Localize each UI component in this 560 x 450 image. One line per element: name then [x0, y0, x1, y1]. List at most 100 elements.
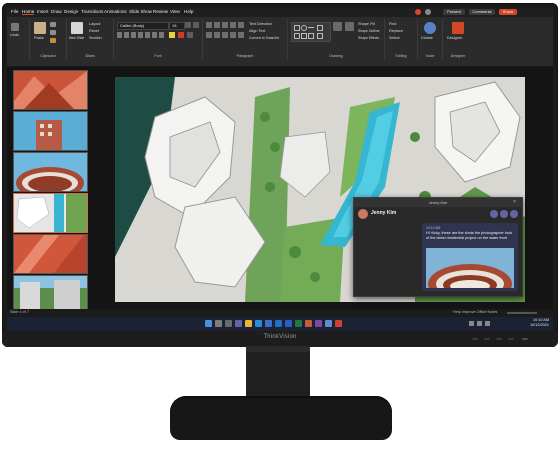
- battery-icon[interactable]: [485, 321, 490, 326]
- message-attachment-image[interactable]: [426, 248, 514, 288]
- app-icon[interactable]: [335, 320, 342, 327]
- zoom-slider[interactable]: [507, 312, 537, 314]
- screen-share-icon[interactable]: [510, 210, 518, 218]
- arrow-shape-icon[interactable]: [308, 33, 314, 39]
- convert-smartart-button[interactable]: Convert to SmartArt: [249, 36, 279, 40]
- slide-thumbnail-3[interactable]: [13, 152, 88, 192]
- monitor-control-button[interactable]: [472, 338, 478, 340]
- menu-animations[interactable]: Animations: [104, 9, 127, 14]
- comments-button[interactable]: Comments: [469, 9, 495, 15]
- font-size-select[interactable]: 18: [169, 22, 185, 30]
- shadow-icon[interactable]: [145, 32, 150, 38]
- photos-icon[interactable]: [325, 320, 332, 327]
- clear-format-icon[interactable]: [187, 32, 193, 38]
- textbox-shape-icon[interactable]: [317, 25, 323, 31]
- shape-fill-button[interactable]: Shape Fill: [358, 22, 375, 26]
- justify-icon[interactable]: [230, 32, 236, 38]
- user-avatar[interactable]: [425, 9, 431, 15]
- star-shape-icon[interactable]: [317, 33, 323, 39]
- align-left-icon[interactable]: [206, 32, 212, 38]
- strikethrough-icon[interactable]: [138, 32, 143, 38]
- slide-thumbnail-2[interactable]: [13, 111, 88, 151]
- clock[interactable]: 10:10 AM 10/12/2021: [505, 318, 549, 328]
- menu-help[interactable]: Help: [184, 9, 193, 14]
- font-name-select[interactable]: Calibri (Body): [117, 22, 169, 30]
- align-center-icon[interactable]: [214, 32, 220, 38]
- wifi-icon[interactable]: [469, 321, 474, 326]
- power-button[interactable]: [522, 338, 528, 340]
- store-icon[interactable]: [265, 320, 272, 327]
- menu-file[interactable]: File: [11, 9, 18, 14]
- char-spacing-icon[interactable]: [152, 32, 157, 38]
- system-tray[interactable]: [469, 321, 495, 327]
- line-shape-icon[interactable]: [308, 27, 314, 28]
- word-icon[interactable]: [285, 320, 292, 327]
- section-button[interactable]: Section: [89, 36, 102, 40]
- share-button[interactable]: Share: [499, 9, 517, 15]
- layout-button[interactable]: Layout: [89, 22, 100, 26]
- present-button[interactable]: Present: [443, 9, 465, 15]
- menu-transitions[interactable]: Transitions: [81, 9, 103, 14]
- select-button[interactable]: Select: [389, 36, 400, 40]
- slide-thumbnail-5[interactable]: [13, 234, 88, 274]
- new-slide-icon[interactable]: [71, 22, 83, 34]
- align-text-button[interactable]: Align Text: [249, 29, 265, 33]
- format-painter-icon[interactable]: [50, 38, 56, 43]
- monitor-control-button[interactable]: [508, 338, 514, 340]
- numbering-icon[interactable]: [214, 22, 220, 28]
- copy-icon[interactable]: [50, 30, 56, 35]
- menu-slide-show[interactable]: Slide Show: [129, 9, 152, 14]
- task-view-icon[interactable]: [225, 320, 232, 327]
- onenote-icon[interactable]: [315, 320, 322, 327]
- menu-view[interactable]: View: [170, 9, 180, 14]
- slide-thumbnail-1[interactable]: [13, 70, 88, 110]
- teams-icon[interactable]: [235, 320, 242, 327]
- shape-outline-button[interactable]: Shape Outline: [358, 29, 380, 33]
- text-direction-button[interactable]: Text Direction: [249, 22, 272, 26]
- rectangle-shape-icon[interactable]: [294, 25, 300, 31]
- triangle-shape-icon[interactable]: [301, 33, 307, 39]
- record-icon[interactable]: [415, 9, 421, 15]
- outlook-icon[interactable]: [275, 320, 282, 327]
- menu-design[interactable]: Design: [64, 9, 78, 14]
- change-case-icon[interactable]: [159, 32, 164, 38]
- columns-icon[interactable]: [238, 32, 244, 38]
- increase-indent-icon[interactable]: [230, 22, 236, 28]
- menu-draw[interactable]: Draw: [51, 9, 62, 14]
- powerpoint-icon[interactable]: [305, 320, 312, 327]
- excel-icon[interactable]: [295, 320, 302, 327]
- align-right-icon[interactable]: [222, 32, 228, 38]
- undo-icon[interactable]: [11, 23, 19, 31]
- grow-font-icon[interactable]: [185, 22, 191, 28]
- file-explorer-icon[interactable]: [245, 320, 252, 327]
- menu-review[interactable]: Review: [153, 9, 168, 14]
- menu-home[interactable]: Home: [22, 9, 35, 15]
- quick-styles-icon[interactable]: [345, 22, 354, 31]
- menu-insert[interactable]: Insert: [37, 9, 49, 14]
- decrease-indent-icon[interactable]: [222, 22, 228, 28]
- shape-effects-button[interactable]: Shape Effects: [358, 36, 379, 40]
- slide-thumbnail-4[interactable]: [13, 193, 88, 233]
- cut-icon[interactable]: [50, 22, 56, 27]
- audio-call-icon[interactable]: [500, 210, 508, 218]
- volume-icon[interactable]: [477, 321, 482, 326]
- bold-icon[interactable]: [117, 32, 122, 38]
- shrink-font-icon[interactable]: [193, 22, 199, 28]
- rounded-rect-shape-icon[interactable]: [294, 33, 300, 39]
- bullets-icon[interactable]: [206, 22, 212, 28]
- monitor-control-button[interactable]: [484, 338, 490, 340]
- underline-icon[interactable]: [131, 32, 136, 38]
- oval-shape-icon[interactable]: [301, 25, 307, 31]
- teams-chat-window[interactable]: Jenny Kim × Jenny Kim 10:10 AM Hi Vicky,…: [353, 197, 523, 297]
- highlight-icon[interactable]: [169, 32, 175, 38]
- edge-icon[interactable]: [255, 320, 262, 327]
- paste-icon[interactable]: [34, 22, 46, 34]
- start-icon[interactable]: [205, 320, 212, 327]
- designer-icon[interactable]: [452, 22, 464, 34]
- line-spacing-icon[interactable]: [238, 22, 244, 28]
- italic-icon[interactable]: [124, 32, 129, 38]
- replace-button[interactable]: Replace: [389, 29, 403, 33]
- shapes-gallery[interactable]: [291, 22, 331, 42]
- monitor-control-button[interactable]: [496, 338, 502, 340]
- find-button[interactable]: Find: [389, 22, 396, 26]
